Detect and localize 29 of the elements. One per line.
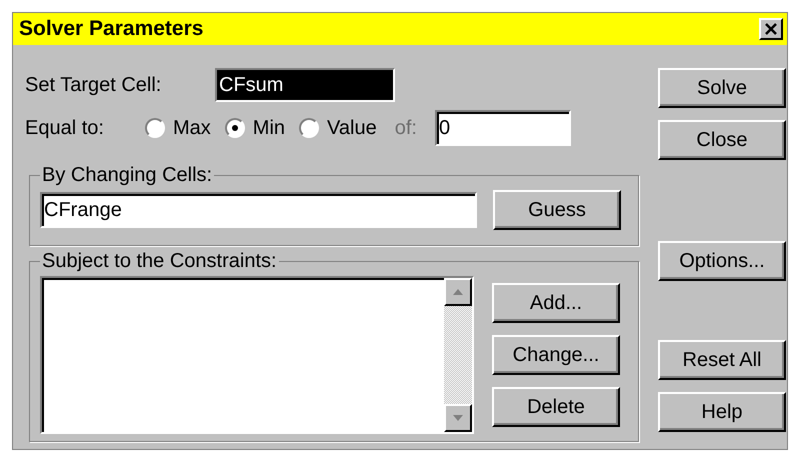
changing-cells-field[interactable]: CFrange bbox=[40, 192, 477, 228]
target-cell-label: Set Target Cell: bbox=[25, 73, 162, 98]
radio-button[interactable] bbox=[299, 118, 320, 138]
close-button[interactable]: Close bbox=[658, 120, 786, 160]
change-button[interactable]: Change... bbox=[492, 335, 620, 375]
group-label: By Changing Cells: bbox=[41, 163, 214, 188]
target-cell-field[interactable]: CFsum bbox=[215, 68, 395, 102]
window-title: Solver Parameters bbox=[19, 16, 204, 42]
radio-label: Min bbox=[252, 116, 286, 141]
close-icon[interactable] bbox=[759, 18, 783, 40]
equal-to-label: Equal to: bbox=[25, 116, 105, 141]
constraints-list[interactable] bbox=[40, 276, 474, 434]
add-button[interactable]: Add... bbox=[492, 283, 620, 323]
solve-button[interactable]: Solve bbox=[658, 68, 786, 108]
help-button[interactable]: Help bbox=[658, 392, 786, 432]
radio-button[interactable] bbox=[224, 118, 245, 138]
scrollbar[interactable] bbox=[444, 278, 472, 432]
value-field[interactable]: 0 bbox=[434, 110, 571, 146]
radio-button[interactable] bbox=[145, 118, 165, 138]
scroll-down-icon[interactable] bbox=[444, 404, 472, 432]
options-button[interactable]: Options... bbox=[658, 241, 786, 281]
scroll-up-icon[interactable] bbox=[444, 278, 472, 306]
of-label: of: bbox=[394, 116, 417, 141]
guess-button[interactable]: Guess bbox=[493, 190, 621, 230]
delete-button[interactable]: Delete bbox=[492, 387, 620, 427]
reset-all-button[interactable]: Reset All bbox=[658, 340, 786, 380]
radio-label: Max bbox=[173, 116, 211, 141]
radio-label: Value bbox=[327, 116, 377, 141]
group-label: Subject to the Constraints: bbox=[41, 249, 278, 274]
